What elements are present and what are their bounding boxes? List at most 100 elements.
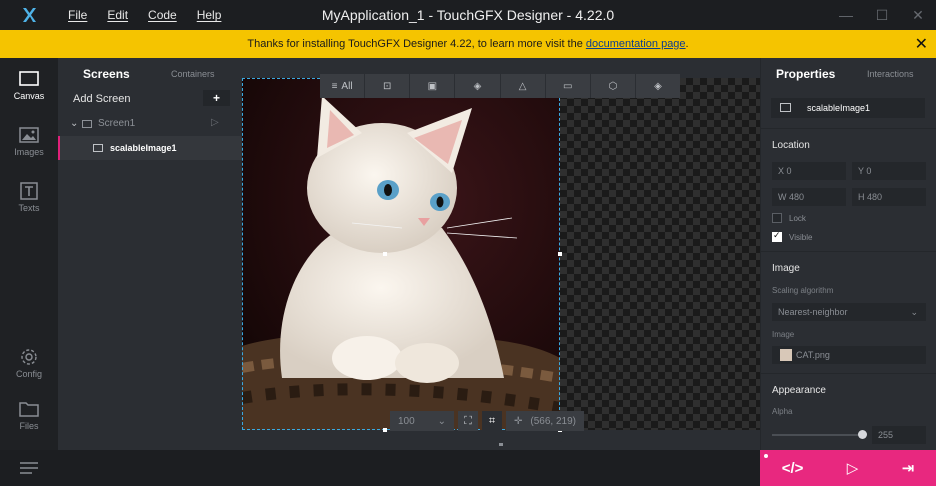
filter-shapes[interactable]: △ — [501, 74, 546, 98]
documentation-link[interactable]: documentation page — [586, 38, 686, 50]
w-field[interactable]: W 480 — [772, 188, 846, 206]
filter-3d[interactable]: ⬡ — [591, 74, 636, 98]
x-field[interactable]: X 0 — [772, 162, 846, 180]
hamburger-menu-button[interactable] — [0, 450, 58, 486]
nav-files-label: Files — [19, 421, 39, 431]
title-bar: File Edit Code Help MyApplication_1 - To… — [0, 0, 936, 30]
coords-value: (566, 219) — [530, 415, 576, 427]
divider — [761, 128, 936, 129]
filter-misc[interactable]: ◈ — [636, 74, 680, 98]
tab-containers[interactable]: Containers — [171, 69, 215, 79]
resize-handle-center[interactable] — [383, 252, 387, 256]
menu-edit[interactable]: Edit — [107, 8, 128, 22]
filter-images[interactable]: ▣ — [410, 74, 456, 98]
stack-icon: ◈ — [654, 80, 662, 92]
close-window-icon[interactable]: ✕ — [900, 0, 936, 30]
screens-tabs: Screens Containers — [58, 58, 242, 88]
folder-icon — [19, 402, 39, 417]
left-navigation: Canvas Images Texts Config Files — [0, 58, 58, 450]
visible-checkbox[interactable]: ✓ — [772, 230, 782, 242]
zoom-select[interactable]: 100 ⌄ — [390, 411, 454, 431]
location-title: Location — [772, 140, 810, 151]
shapes-icon: △ — [518, 80, 527, 92]
alpha-input[interactable]: 255 — [872, 426, 926, 444]
w-label: W — [778, 192, 787, 202]
y-field[interactable]: Y 0 — [852, 162, 926, 180]
nav-images[interactable]: Images — [0, 126, 58, 157]
nav-config[interactable]: Config — [0, 348, 58, 379]
image-select[interactable]: CAT.png — [772, 346, 926, 364]
filter-containers[interactable]: ◈ — [455, 74, 501, 98]
tab-interactions[interactable]: Interactions — [867, 69, 914, 79]
add-screen-label[interactable]: Add Screen — [73, 93, 130, 105]
coordinates-readout: ✛ (566, 219) — [506, 411, 584, 431]
scaling-select[interactable]: Nearest-neighbor ⌄ — [772, 303, 926, 321]
w-value: 480 — [789, 192, 805, 202]
chevron-down-icon[interactable]: ⌄ — [70, 118, 78, 129]
checkmark-icon: ✓ — [773, 230, 781, 240]
canvas-area[interactable]: ≡ All ⊡ ▣ ◈ △ ▭ ⬡ ◈ 100 ⌄ ⛶ ⌗ ✛ (566, 219) — [242, 58, 760, 450]
alpha-slider-track[interactable] — [772, 434, 862, 436]
widget-name-input[interactable]: scalableImage1 — [771, 98, 925, 118]
widget-name-value: scalableImage1 — [807, 103, 871, 113]
tab-properties[interactable]: Properties — [776, 67, 835, 81]
transparent-background — [560, 78, 760, 430]
add-screen-button[interactable]: + — [203, 90, 230, 106]
gear-icon — [21, 349, 37, 365]
generate-code-icon[interactable]: </> — [782, 460, 804, 477]
scaling-value: Nearest-neighbor — [778, 307, 848, 317]
alpha-slider-handle[interactable] — [858, 430, 867, 439]
run-target-icon[interactable]: ⇥ — [902, 459, 915, 477]
cat-thumbnail-icon — [780, 349, 792, 361]
image-label: Image — [772, 330, 795, 339]
crop-button[interactable]: ⌗ — [482, 411, 502, 431]
nav-texts[interactable]: Texts — [0, 182, 58, 213]
divider — [761, 251, 936, 252]
widget-row-selected[interactable]: scalableImage1 — [58, 136, 242, 160]
move-icon: ✛ — [514, 415, 523, 427]
close-banner-icon[interactable]: ✕ — [915, 34, 928, 54]
notification-dot — [764, 454, 768, 458]
nav-files[interactable]: Files — [0, 400, 58, 431]
visible-label: Visible — [789, 233, 813, 242]
run-simulator-icon[interactable]: ▷ — [847, 459, 859, 477]
menu-bar: File Edit Code Help — [68, 8, 221, 22]
maximize-icon[interactable]: ☐ — [864, 0, 900, 30]
progress-icon: ▭ — [562, 80, 573, 92]
screen-icon — [82, 120, 92, 128]
filter-all-button[interactable]: ≡ All — [320, 74, 366, 98]
fit-screen-button[interactable]: ⛶ — [458, 411, 478, 431]
cat-image[interactable] — [242, 78, 560, 430]
scroll-indicator[interactable] — [499, 443, 503, 446]
scaling-label: Scaling algorithm — [772, 286, 834, 295]
menu-code[interactable]: Code — [148, 8, 177, 22]
chevron-down-icon: ⌄ — [437, 415, 446, 427]
x-label: X — [778, 166, 785, 176]
play-screen-icon[interactable]: ▷ — [211, 117, 219, 128]
divider — [761, 373, 936, 374]
chevron-down-icon: ⌄ — [910, 307, 918, 317]
menu-help[interactable]: Help — [197, 8, 222, 22]
canvas-icon — [19, 71, 39, 86]
image-title: Image — [772, 263, 800, 274]
x-value: 0 — [786, 166, 792, 176]
menu-file[interactable]: File — [68, 8, 87, 22]
resize-handle-bottom[interactable] — [383, 428, 387, 432]
layers-icon: ◈ — [473, 80, 482, 92]
nav-texts-label: Texts — [18, 203, 40, 213]
filter-all-label: All — [341, 80, 353, 92]
lock-checkbox[interactable] — [772, 213, 782, 223]
window-controls: — ☐ ✕ — [828, 0, 936, 30]
minimize-icon[interactable]: — — [828, 0, 864, 30]
tab-screens[interactable]: Screens — [83, 67, 130, 81]
h-field[interactable]: H 480 — [852, 188, 926, 206]
filter-buttons[interactable]: ⊡ — [365, 74, 411, 98]
filter-progress[interactable]: ▭ — [546, 74, 591, 98]
appearance-title: Appearance — [772, 385, 826, 396]
h-value: 480 — [867, 192, 883, 202]
status-strip — [0, 450, 760, 486]
widget-name: scalableImage1 — [110, 143, 177, 153]
screen-row[interactable]: ⌄ Screen1 ▷ — [68, 117, 232, 132]
resize-handle-right[interactable] — [558, 252, 562, 256]
nav-canvas[interactable]: Canvas — [0, 70, 58, 101]
